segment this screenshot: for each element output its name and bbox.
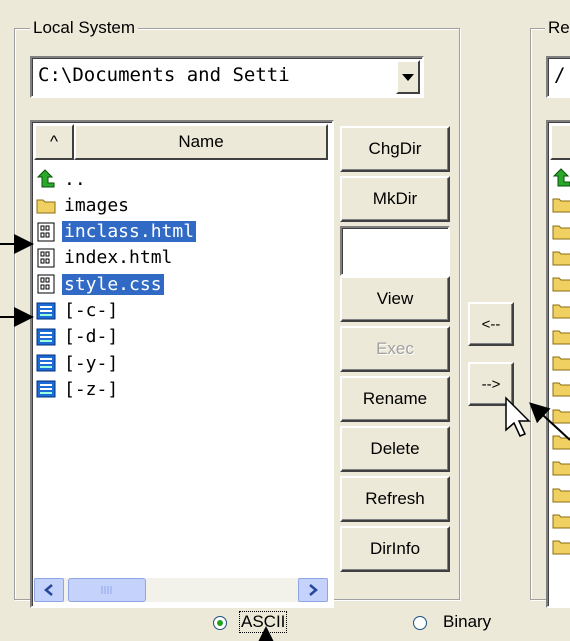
chevron-down-icon — [402, 74, 414, 81]
drive-icon — [36, 379, 56, 399]
sort-column-header[interactable]: ^ — [34, 124, 74, 160]
folder-icon — [552, 431, 570, 456]
exec-button[interactable]: Exec — [340, 326, 450, 372]
local-path-combo[interactable]: C:\Documents and Setti — [30, 56, 424, 98]
local-system-label: Local System — [30, 18, 139, 38]
remote-path-value: / — [554, 64, 566, 86]
transfer-to-local-button[interactable]: <-- — [468, 302, 514, 346]
folder-icon — [36, 195, 56, 215]
file-list-item[interactable]: style.css — [36, 271, 164, 297]
file-list-item[interactable]: images — [36, 192, 131, 218]
ascii-label[interactable]: ASCII — [238, 611, 288, 633]
file-name: index.html — [64, 247, 173, 269]
folder-icon — [552, 378, 570, 403]
folder-icon — [552, 536, 570, 561]
dirinfo-button[interactable]: DirInfo — [340, 526, 450, 572]
drive-icon — [36, 301, 56, 321]
folder-icon — [552, 510, 570, 535]
scroll-right-button[interactable] — [298, 578, 328, 602]
delete-button[interactable]: Delete — [340, 426, 450, 472]
scroll-thumb[interactable] — [68, 578, 146, 602]
drive-icon — [36, 327, 56, 347]
folder-icon — [552, 300, 570, 325]
folder-icon — [552, 457, 570, 482]
file-name: inclass.html — [62, 221, 197, 243]
file-list-item[interactable]: .. — [36, 166, 88, 192]
file-icon — [36, 222, 56, 242]
folder-icon — [552, 221, 570, 246]
view-button[interactable]: View — [340, 276, 450, 322]
file-list-item[interactable]: [-c-] — [36, 298, 120, 324]
local-path-value: C:\Documents and Setti — [38, 64, 290, 86]
chevron-left-icon — [44, 584, 53, 596]
file-icon — [36, 248, 56, 268]
binary-label[interactable]: Binary — [443, 612, 491, 632]
file-icon — [36, 274, 56, 294]
local-file-list[interactable]: ^ Name .. images inclass.html index.html sty… — [30, 120, 334, 608]
up-folder-icon — [36, 169, 56, 189]
remote-file-list[interactable] — [546, 120, 570, 608]
refresh-button[interactable]: Refresh — [340, 476, 450, 522]
command-input[interactable] — [340, 226, 450, 276]
folder-icon — [552, 484, 570, 509]
up-folder-icon — [552, 168, 570, 193]
chevron-right-icon — [309, 584, 318, 596]
file-name: images — [64, 194, 130, 216]
file-list-item[interactable]: [-z-] — [36, 376, 120, 402]
file-name: [-c-] — [64, 300, 119, 321]
folder-icon — [552, 352, 570, 377]
name-column-header[interactable]: Name — [74, 124, 328, 160]
file-name: [-d-] — [64, 326, 119, 348]
file-name: [-y-] — [64, 352, 119, 374]
scroll-left-button[interactable] — [34, 578, 64, 602]
transfer-to-remote-button[interactable]: --> — [468, 362, 514, 406]
file-list-item[interactable]: [-d-] — [36, 324, 120, 350]
folder-icon — [552, 326, 570, 351]
file-name: [-z-] — [64, 378, 119, 400]
grip-icon — [101, 586, 112, 594]
local-list-hscrollbar[interactable] — [34, 578, 328, 602]
file-name: .. — [64, 168, 86, 190]
file-list-item[interactable]: index.html — [36, 245, 174, 271]
local-path-dropdown-button[interactable] — [396, 60, 420, 94]
file-list-item[interactable]: inclass.html — [36, 219, 197, 245]
folder-icon — [552, 405, 570, 430]
remote-sort-column-header[interactable] — [550, 124, 570, 160]
folder-icon — [552, 194, 570, 219]
file-list-item[interactable]: [-y-] — [36, 350, 120, 376]
folder-icon — [552, 247, 570, 272]
folder-icon — [552, 273, 570, 298]
chgdir-button[interactable]: ChgDir — [340, 126, 450, 172]
file-name: style.css — [62, 273, 164, 295]
drive-icon — [36, 353, 56, 373]
rename-button[interactable]: Rename — [340, 376, 450, 422]
binary-radio[interactable] — [413, 616, 427, 630]
ascii-radio[interactable] — [213, 616, 227, 630]
mkdir-button[interactable]: MkDir — [340, 176, 450, 222]
remote-path-combo[interactable]: / — [546, 56, 570, 98]
remote-system-label: Re — [545, 18, 570, 38]
